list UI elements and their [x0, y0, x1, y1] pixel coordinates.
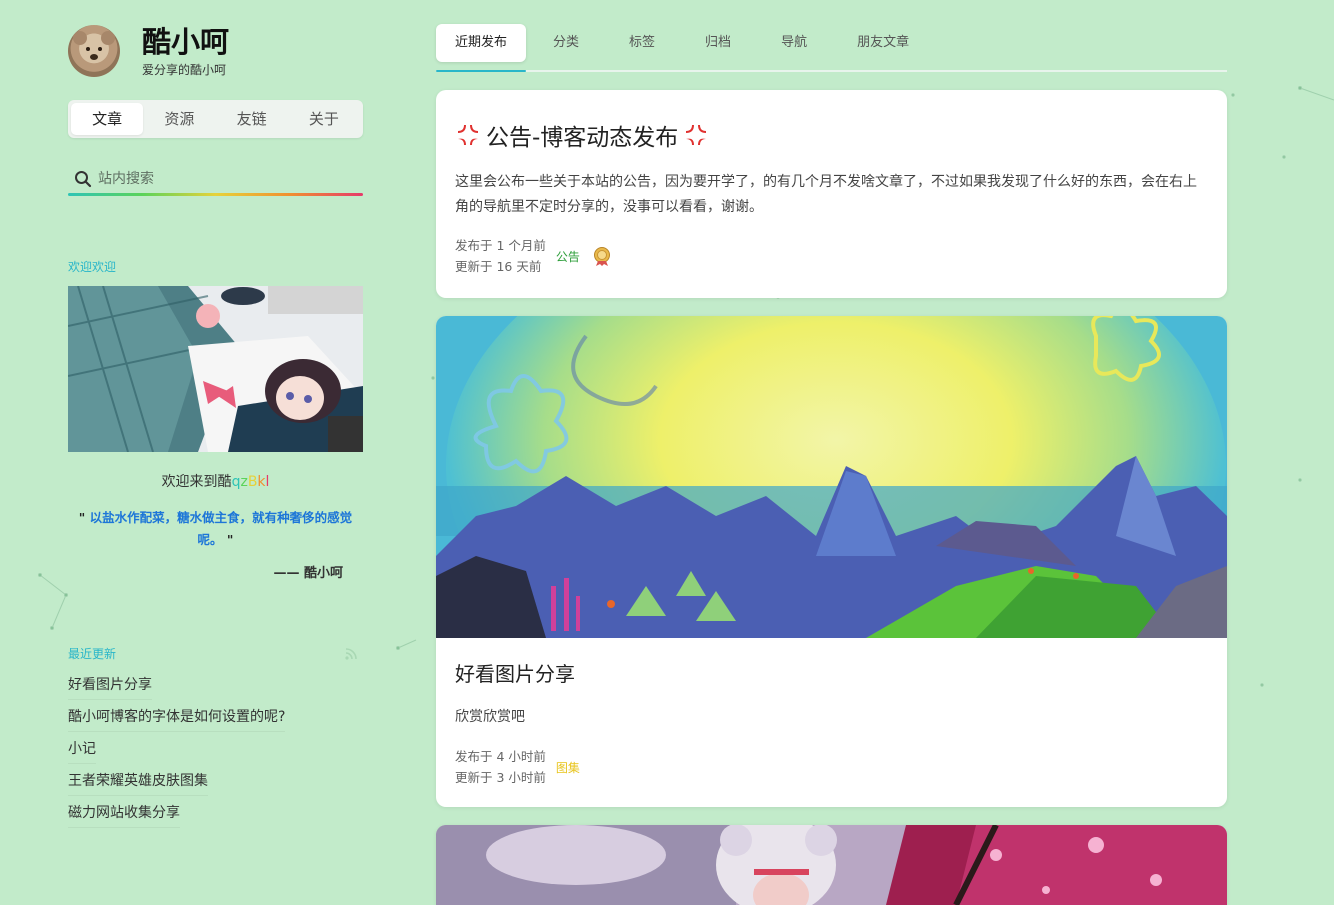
rss-icon[interactable] — [344, 647, 358, 661]
post-published: 发布于 1 个月前 — [455, 238, 546, 253]
post-published: 发布于 4 小时前 — [455, 749, 546, 764]
quote: " 以盐水作配菜，糖水做主食，就有种奢侈的感觉呢。 " — [68, 507, 363, 551]
welcome-greeting-prefix: 欢迎来到酷 — [161, 474, 232, 490]
main-content: 近期发布 分类 标签 归档 导航 朋友文章 公告-博客动态发布 这里会公布一些关… — [436, 24, 1227, 905]
tab-archive[interactable]: 归档 — [686, 24, 750, 62]
search-input[interactable] — [96, 170, 340, 188]
welcome-anime-image — [67, 285, 363, 453]
recent-item[interactable]: 磁力网站收集分享 — [68, 796, 180, 828]
post-updated: 更新于 3 小时前 — [455, 770, 546, 785]
post-meta: 发布于 4 小时前 更新于 3 小时前 图集 — [455, 746, 1208, 788]
quote-text: 以盐水作配菜，糖水做主食，就有种奢侈的感觉呢。 — [89, 510, 353, 547]
post-cover-image[interactable] — [436, 316, 1227, 638]
welcome-greeting: 欢迎来到酷qzBkl — [68, 471, 363, 491]
recent-updates-title: 最近更新 — [68, 647, 117, 661]
recent-item[interactable]: 好看图片分享 — [68, 668, 152, 700]
search-underline — [68, 193, 363, 196]
sidebar-nav-resources[interactable]: 资源 — [143, 103, 215, 135]
sidebar-nav-articles[interactable]: 文章 — [71, 103, 144, 135]
tab-navigation[interactable]: 导航 — [762, 24, 826, 62]
recent-item[interactable]: 王者荣耀英雄皮肤图集 — [68, 764, 208, 796]
quote-mark-close: " — [226, 532, 234, 547]
recent-updates-list: 好看图片分享 酷小呵博客的字体是如何设置的呢? 小记 王者荣耀英雄皮肤图集 磁力… — [68, 668, 363, 828]
welcome-section-title: 欢迎欢迎 — [68, 260, 117, 274]
quote-mark-open: " — [78, 510, 86, 525]
tab-friend-articles[interactable]: 朋友文章 — [838, 24, 928, 62]
post-title-text[interactable]: 公告-博客动态发布 — [486, 118, 678, 152]
search-box — [68, 162, 363, 196]
post-category[interactable]: 图集 — [556, 759, 580, 776]
sidebar-nav-about[interactable]: 关于 — [288, 103, 360, 135]
post-excerpt: 欣赏欣赏吧 — [455, 709, 525, 725]
post-category[interactable]: 公告 — [556, 248, 580, 265]
welcome-greeting-rainbow: qzBkl — [231, 474, 270, 490]
quote-author: —— 酷小呵 — [273, 566, 343, 581]
content-tabs: 近期发布 分类 标签 归档 导航 朋友文章 — [436, 24, 1227, 72]
post-excerpt: 这里会公布一些关于本站的公告，因为要开学了，的有几个月不发啥文章了，不过如果我发… — [455, 174, 1197, 215]
tab-tags[interactable]: 标签 — [610, 24, 674, 62]
tab-categories[interactable]: 分类 — [534, 24, 598, 62]
post-cover-image[interactable] — [436, 825, 1227, 905]
post-updated: 更新于 16 天前 — [455, 259, 542, 274]
anger-symbol-icon — [458, 125, 478, 145]
post-card-image-share[interactable]: 好看图片分享 欣赏欣赏吧 发布于 4 小时前 更新于 3 小时前 图集 — [436, 316, 1227, 807]
post-card-announcement[interactable]: 公告-博客动态发布 这里会公布一些关于本站的公告，因为要开学了，的有几个月不发啥… — [436, 90, 1227, 298]
post-card-partial[interactable] — [436, 825, 1227, 905]
post-title[interactable]: 公告-博客动态发布 — [455, 118, 1208, 152]
tab-recent[interactable]: 近期发布 — [436, 24, 527, 72]
avatar[interactable] — [68, 25, 120, 77]
site-name[interactable]: 酷小呵 — [142, 25, 229, 59]
recent-item[interactable]: 小记 — [68, 732, 96, 764]
medal-icon — [593, 247, 610, 266]
post-title[interactable]: 好看图片分享 — [455, 658, 1208, 687]
search-icon[interactable] — [74, 170, 92, 188]
anger-symbol-icon — [686, 125, 707, 145]
recent-updates-header: 最近更新 — [68, 645, 363, 662]
recent-item[interactable]: 酷小呵博客的字体是如何设置的呢? — [68, 700, 286, 732]
post-meta: 发布于 1 个月前 更新于 16 天前 公告 — [455, 235, 1208, 277]
site-description: 爱分享的酷小呵 — [142, 62, 227, 77]
sidebar-nav-friend-links[interactable]: 友链 — [216, 103, 288, 135]
profile-header: 酷小呵 爱分享的酷小呵 — [68, 24, 363, 78]
sidebar: 酷小呵 爱分享的酷小呵 文章 资源 友链 关于 欢迎欢迎 — [67, 24, 363, 828]
sidebar-nav: 文章 资源 友链 关于 — [68, 100, 363, 138]
